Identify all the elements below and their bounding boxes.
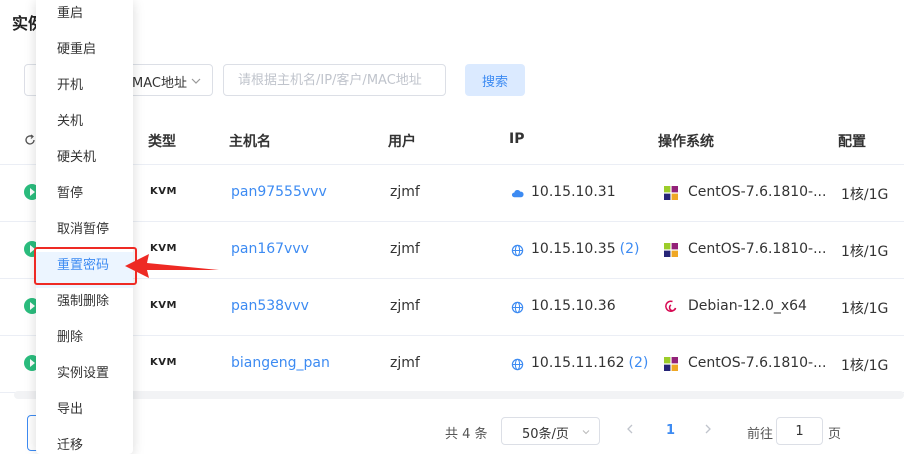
annotation-highlight-box: [34, 247, 137, 285]
ip-address: 10.15.10.36: [531, 298, 616, 314]
kvm-logo: KVM: [150, 186, 177, 197]
table-header: 类型 主机名 用户 IP 操作系统 配置: [0, 115, 904, 165]
ip-address: 10.15.10.31: [531, 184, 616, 200]
menu-item-export[interactable]: 导出: [36, 396, 133, 432]
goto-label: 前往: [747, 427, 774, 442]
kvm-logo: KVM: [150, 300, 177, 311]
column-header-config[interactable]: 配置: [838, 131, 866, 151]
action-dropdown-menu: 重启 硬重启 开机 关机 硬关机 暂停 取消暂停 重置密码 强制删除 删除 实例…: [36, 0, 133, 454]
os-cell: CentOS-7.6.1810-...: [688, 355, 827, 371]
config-cell: 1核/1G: [841, 358, 889, 374]
centos-icon: [663, 242, 679, 258]
refresh-icon[interactable]: [24, 134, 36, 146]
hostname-link[interactable]: pan167vvv: [231, 241, 309, 257]
next-page-icon[interactable]: [702, 423, 714, 435]
menu-item-shutdown[interactable]: 关机: [36, 108, 133, 144]
menu-item-delete[interactable]: 删除: [36, 324, 133, 360]
os-cell: CentOS-7.6.1810-...: [688, 241, 827, 257]
globe-icon: [511, 358, 524, 371]
kvm-logo: KVM: [150, 357, 177, 368]
column-header-type[interactable]: 类型: [148, 131, 176, 151]
table-row: KVM pan538vvv zjmf 10.15.10.36 Debian-12…: [0, 279, 904, 336]
hostname-link[interactable]: pan538vvv: [231, 298, 309, 314]
hostname-link[interactable]: pan97555vvv: [231, 184, 327, 200]
chevron-down-icon: [582, 430, 590, 435]
user-cell: zjmf: [390, 241, 420, 257]
page-size-value: 50条/页: [522, 427, 569, 442]
user-cell: zjmf: [390, 298, 420, 314]
menu-item-reboot[interactable]: 重启: [36, 0, 133, 36]
page-size-select[interactable]: 50条/页: [501, 417, 600, 445]
search-input[interactable]: [223, 64, 446, 96]
ip-cell: 10.15.10.31: [531, 184, 616, 200]
menu-item-hard-shutdown[interactable]: 硬关机: [36, 144, 133, 180]
centos-icon: [663, 185, 679, 201]
prev-page-icon[interactable]: [624, 423, 636, 435]
ip-address: 10.15.11.162: [531, 355, 625, 371]
menu-item-instance-settings[interactable]: 实例设置: [36, 360, 133, 396]
user-cell: zjmf: [390, 355, 420, 371]
column-header-hostname[interactable]: 主机名: [229, 131, 271, 151]
os-cell: CentOS-7.6.1810-...: [688, 184, 827, 200]
menu-item-power-on[interactable]: 开机: [36, 72, 133, 108]
debian-icon: [665, 300, 677, 312]
chevron-down-icon: [191, 78, 201, 84]
cloud-icon: [511, 189, 524, 198]
ip-count[interactable]: (2): [629, 355, 649, 371]
page-number[interactable]: 1: [666, 423, 675, 438]
config-cell: 1核/1G: [841, 187, 889, 203]
table-row: KVM pan97555vvv zjmf 10.15.10.31 CentOS-…: [0, 165, 904, 222]
search-button[interactable]: 搜索: [465, 64, 525, 96]
globe-icon: [511, 301, 524, 314]
goto-page-input[interactable]: [776, 417, 823, 445]
ip-address: 10.15.10.35: [531, 241, 616, 257]
column-header-user[interactable]: 用户: [388, 131, 416, 151]
menu-item-suspend[interactable]: 暂停: [36, 180, 133, 216]
hostname-link[interactable]: biangeng_pan: [231, 355, 330, 371]
horizontal-scrollbar[interactable]: [14, 391, 904, 399]
centos-icon: [663, 356, 679, 372]
menu-item-migrate[interactable]: 迁移: [36, 432, 133, 454]
column-header-os[interactable]: 操作系统: [658, 131, 714, 151]
table-row: KVM biangeng_pan zjmf 10.15.11.162 (2) Ce…: [0, 336, 904, 393]
column-header-ip[interactable]: IP: [509, 131, 524, 147]
menu-item-hard-reboot[interactable]: 硬重启: [36, 36, 133, 72]
globe-icon: [511, 244, 524, 257]
select-value: MAC地址: [132, 76, 187, 91]
config-cell: 1核/1G: [841, 301, 889, 317]
page-suffix-label: 页: [828, 427, 842, 442]
ip-cell: 10.15.10.36: [531, 298, 616, 314]
total-count: 共 4 条: [445, 427, 488, 442]
annotation-arrow-icon: [125, 254, 219, 278]
ip-cell: 10.15.11.162 (2): [531, 355, 648, 371]
os-cell: Debian-12.0_x64: [688, 298, 807, 314]
ip-cell: 10.15.10.35 (2): [531, 241, 639, 257]
config-cell: 1核/1G: [841, 244, 889, 260]
ip-count[interactable]: (2): [620, 241, 640, 257]
user-cell: zjmf: [390, 184, 420, 200]
menu-item-force-delete[interactable]: 强制删除: [36, 288, 133, 324]
